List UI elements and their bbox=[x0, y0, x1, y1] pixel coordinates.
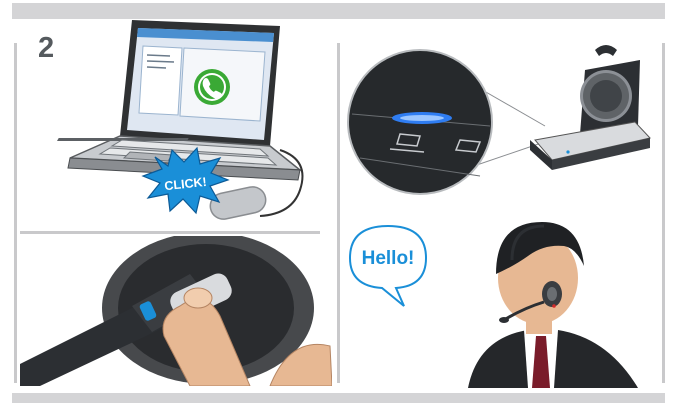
bottom-frame-bar bbox=[12, 393, 665, 403]
right-border-line bbox=[662, 43, 665, 383]
left-border-line bbox=[14, 43, 17, 383]
person-illustration: Hello! bbox=[348, 222, 638, 388]
headset-button-panel bbox=[20, 236, 332, 386]
greeting-label: Hello! bbox=[362, 248, 415, 269]
base-station-panel bbox=[340, 30, 660, 210]
headset-button-illustration bbox=[20, 236, 332, 386]
laptop-panel: CLICK! bbox=[50, 18, 340, 233]
top-frame-bar bbox=[12, 3, 665, 19]
person-panel: Hello! bbox=[340, 212, 660, 388]
laptop-illustration: CLICK! bbox=[56, 20, 304, 220]
base-station-illustration bbox=[347, 45, 651, 195]
